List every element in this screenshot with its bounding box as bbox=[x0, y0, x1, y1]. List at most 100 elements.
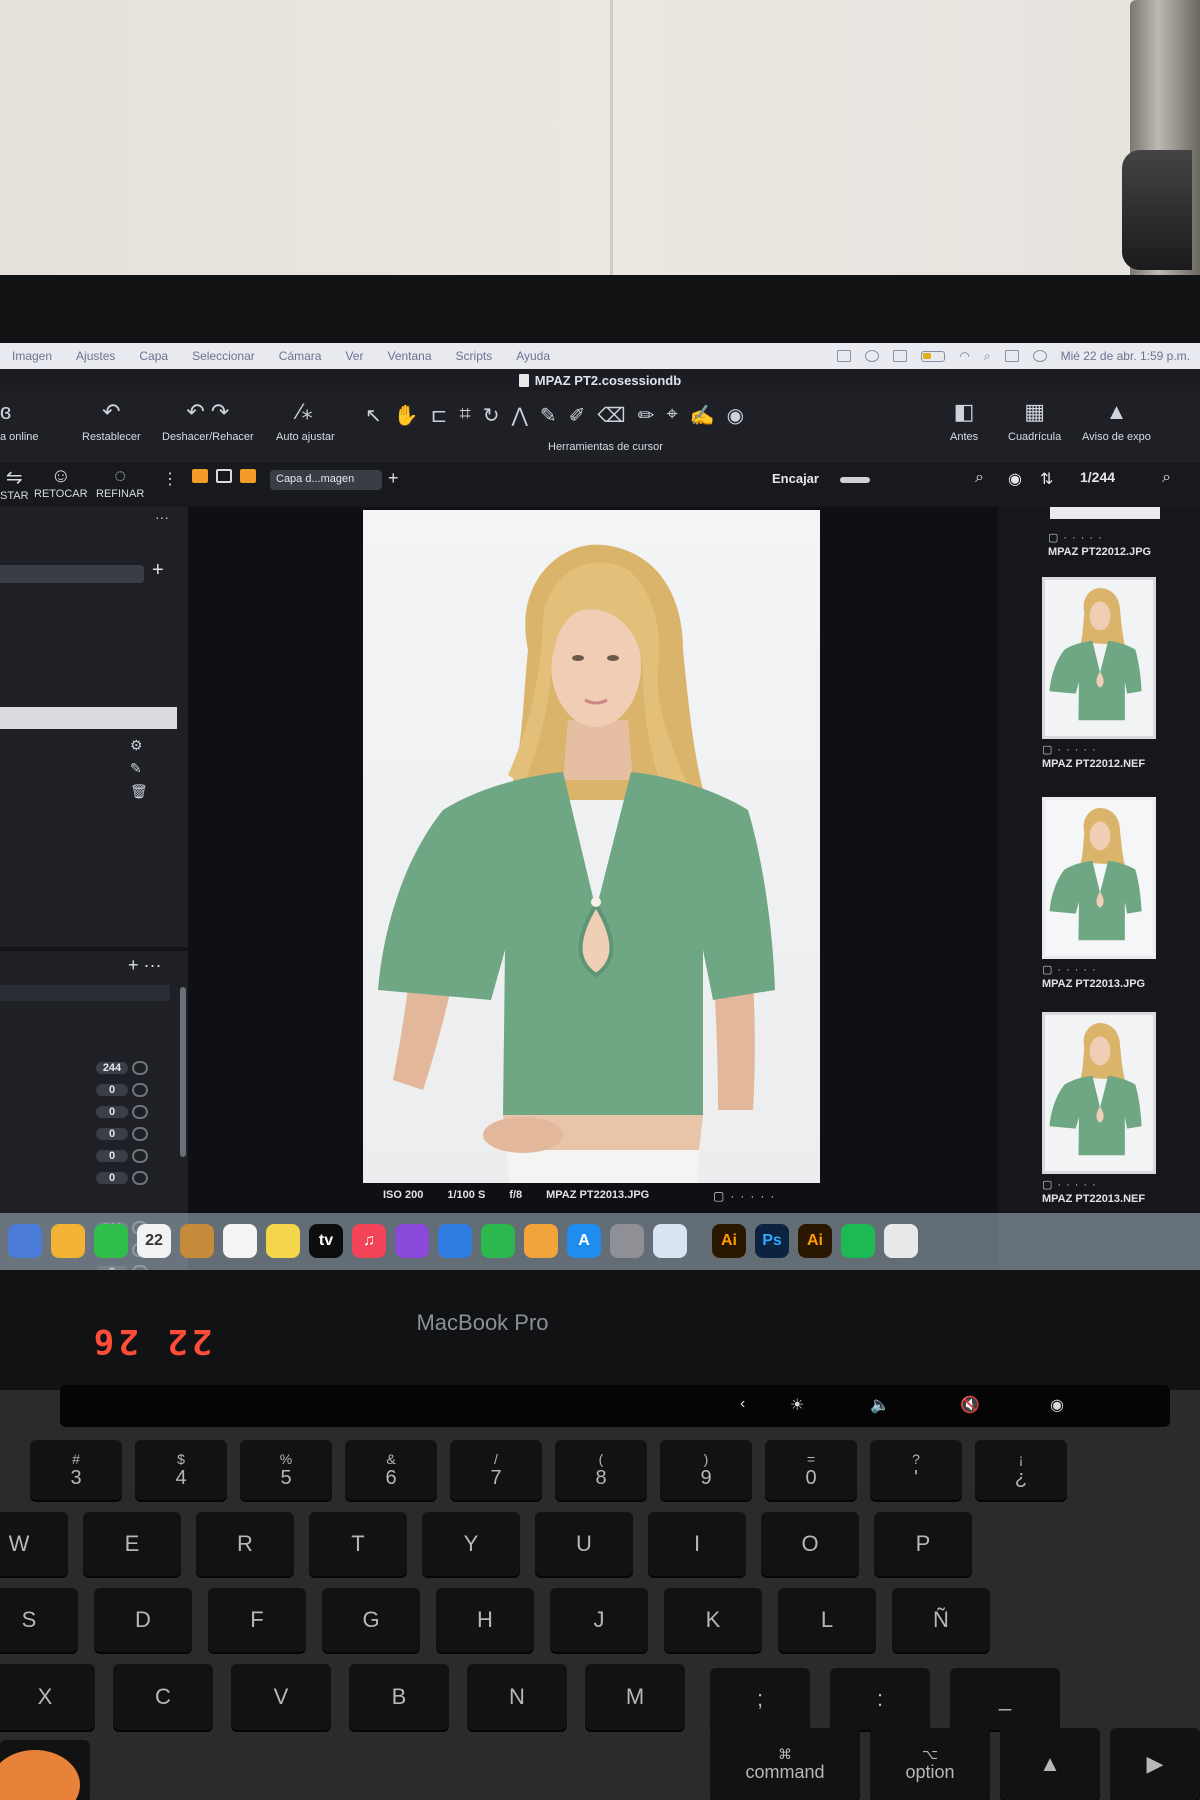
value-toggle[interactable] bbox=[132, 1060, 148, 1075]
value-field[interactable]: 0 bbox=[96, 1083, 128, 1096]
key-command-right[interactable]: ⌘ command bbox=[710, 1728, 860, 1800]
thumbnail-image[interactable] bbox=[1042, 577, 1156, 739]
control-center-icon[interactable] bbox=[1004, 350, 1019, 362]
menu-camara[interactable]: Cámara bbox=[267, 349, 334, 363]
value-field[interactable]: 0 bbox=[96, 1105, 128, 1118]
key-b[interactable]: B bbox=[349, 1664, 449, 1730]
main-photo[interactable] bbox=[363, 510, 820, 1183]
captureone-icon[interactable] bbox=[884, 1224, 918, 1258]
key-g[interactable]: G bbox=[322, 1588, 420, 1652]
keynote-icon[interactable] bbox=[438, 1224, 472, 1258]
menu-seleccionar[interactable]: Seleccionar bbox=[180, 349, 267, 363]
annotate-icon[interactable]: ✍ bbox=[690, 403, 715, 428]
keystone-icon[interactable]: ⋀ bbox=[511, 403, 527, 428]
key-dash[interactable]: _ bbox=[950, 1668, 1060, 1730]
value-toggle[interactable] bbox=[132, 1126, 148, 1141]
key-v[interactable]: V bbox=[231, 1664, 331, 1730]
picker-icon[interactable]: ⌖ bbox=[666, 403, 677, 428]
zoom-magnifier-icon[interactable]: ⌕ bbox=[975, 469, 984, 487]
more-vertical-icon[interactable]: ⋮ bbox=[162, 469, 178, 489]
key-p[interactable]: P bbox=[874, 1512, 972, 1576]
music-icon[interactable]: ♫ bbox=[352, 1224, 386, 1258]
single-view-button[interactable] bbox=[216, 469, 232, 483]
brush-layer-icon[interactable]: ✎ bbox=[130, 760, 148, 777]
panel-add-button[interactable]: + bbox=[152, 559, 164, 582]
selected-layer-row[interactable] bbox=[0, 707, 177, 729]
key-r[interactable]: R bbox=[196, 1512, 294, 1576]
menu-capa[interactable]: Capa bbox=[127, 349, 180, 363]
battery-icon[interactable] bbox=[921, 350, 946, 362]
calendar-icon[interactable]: 22 bbox=[137, 1224, 171, 1258]
touch-bar[interactable]: ‹ ☀ 🔈 🔇 ◉ bbox=[60, 1385, 1170, 1427]
sort-icon[interactable]: ⇅ bbox=[1040, 469, 1053, 489]
key-x[interactable]: X bbox=[0, 1664, 95, 1730]
value-toggle[interactable] bbox=[132, 1104, 148, 1119]
menu-ver[interactable]: Ver bbox=[333, 349, 375, 363]
gear-icon[interactable]: ⚙ bbox=[130, 737, 148, 754]
mute-icon[interactable]: 🔇 bbox=[960, 1395, 980, 1415]
select-cursor-icon[interactable]: ↖ bbox=[365, 403, 382, 428]
retouch-tab[interactable]: ☺ RETOCAR bbox=[34, 465, 88, 500]
menu-ventana[interactable]: Ventana bbox=[375, 349, 443, 363]
key-f[interactable]: F bbox=[208, 1588, 306, 1652]
panel-minus-row[interactable] bbox=[0, 985, 170, 1001]
rating-stars[interactable]: ▢····· bbox=[713, 1189, 780, 1203]
thumbnail-rating[interactable]: ▢····· bbox=[1042, 743, 1160, 756]
grid-view-button[interactable] bbox=[192, 469, 208, 483]
key-arrow-right[interactable]: ▶ bbox=[1110, 1728, 1200, 1800]
gradient-icon[interactable]: ✏ bbox=[638, 403, 655, 428]
menubar-clock[interactable]: Mié 22 de abr. 1:59 p.m. bbox=[1061, 349, 1190, 363]
spot-removal-icon[interactable]: ✎ bbox=[540, 403, 557, 428]
key-s[interactable]: S bbox=[0, 1588, 78, 1652]
sync-icon[interactable] bbox=[865, 350, 880, 362]
key-7[interactable]: /7 bbox=[450, 1440, 542, 1500]
key-3[interactable]: #3 bbox=[30, 1440, 122, 1500]
key-n[interactable]: N bbox=[467, 1664, 567, 1730]
reminders-icon[interactable] bbox=[223, 1224, 257, 1258]
thumbnail-item[interactable]: ▢····· MPAZ PT22012.JPG bbox=[1048, 527, 1151, 558]
key-h[interactable]: H bbox=[436, 1588, 534, 1652]
filmstrip-search-icon[interactable]: ⌕ bbox=[1162, 469, 1171, 487]
key-option-right[interactable]: ⌥ option bbox=[870, 1728, 990, 1800]
facetime-icon[interactable] bbox=[94, 1224, 128, 1258]
reset-tool[interactable]: ↶ Restablecer bbox=[82, 397, 141, 443]
trash-icon[interactable]: 🗑 bbox=[130, 783, 148, 800]
spotlight-search-icon[interactable]: ⌕ bbox=[984, 349, 991, 364]
value-field[interactable]: 0 bbox=[96, 1149, 128, 1162]
panel-add-button-2[interactable]: + ··· bbox=[128, 955, 162, 976]
key-arrow-up[interactable]: ▲ bbox=[1000, 1728, 1100, 1800]
value-field[interactable]: 0 bbox=[96, 1171, 128, 1184]
cloud-icon[interactable] bbox=[837, 350, 852, 362]
panel-select[interactable] bbox=[0, 565, 144, 583]
key-6[interactable]: & 6 bbox=[345, 1440, 437, 1500]
key-l[interactable]: L bbox=[778, 1588, 876, 1652]
thumbnail-item-selected[interactable]: ▢····· MPAZ PT22013.JPG bbox=[1042, 797, 1160, 990]
grid-tool[interactable]: ▦ Cuadrícula bbox=[1008, 397, 1061, 443]
exposure-warning-tool[interactable]: ▲ Aviso de expo bbox=[1082, 397, 1151, 443]
eye-icon[interactable]: ◉ bbox=[1008, 469, 1022, 489]
value-field[interactable]: 0 bbox=[96, 1127, 128, 1140]
contacts-icon[interactable] bbox=[180, 1224, 214, 1258]
layer-select[interactable]: Capa d...magen bbox=[270, 470, 382, 490]
siri-icon[interactable] bbox=[1032, 350, 1047, 362]
image-viewer[interactable]: ISO 200 1/100 S f/8 MPAZ PT22013.JPG ▢··… bbox=[188, 507, 998, 1270]
key-u[interactable]: U bbox=[535, 1512, 633, 1576]
volume-icon[interactable]: 🔈 bbox=[870, 1395, 890, 1415]
key-w[interactable]: W bbox=[0, 1512, 68, 1576]
panel-more-icon[interactable]: ··· bbox=[155, 509, 169, 525]
color-picker-icon[interactable]: ◉ bbox=[727, 403, 744, 428]
eraser-icon[interactable]: ⌫ bbox=[597, 403, 625, 428]
value-toggle[interactable] bbox=[132, 1170, 148, 1185]
spotify-icon[interactable] bbox=[841, 1224, 875, 1258]
thumbnail-item[interactable]: ▢····· MPAZ PT22012.NEF bbox=[1042, 577, 1160, 770]
value-field[interactable]: 244 bbox=[96, 1061, 128, 1074]
crop-icon[interactable]: ⌗ bbox=[459, 403, 470, 428]
refine-tab[interactable]: ◌ REFINAR bbox=[96, 465, 144, 500]
key-colon[interactable]: : bbox=[830, 1668, 930, 1730]
key-j[interactable]: J bbox=[550, 1588, 648, 1652]
touchbar-chevron-icon[interactable]: ‹ bbox=[740, 1395, 745, 1413]
illustrator-icon[interactable]: Ai bbox=[712, 1224, 746, 1258]
menu-imagen[interactable]: Imagen bbox=[0, 349, 64, 363]
key-semicolon[interactable]: ; bbox=[710, 1668, 810, 1730]
key-m[interactable]: M bbox=[585, 1664, 685, 1730]
